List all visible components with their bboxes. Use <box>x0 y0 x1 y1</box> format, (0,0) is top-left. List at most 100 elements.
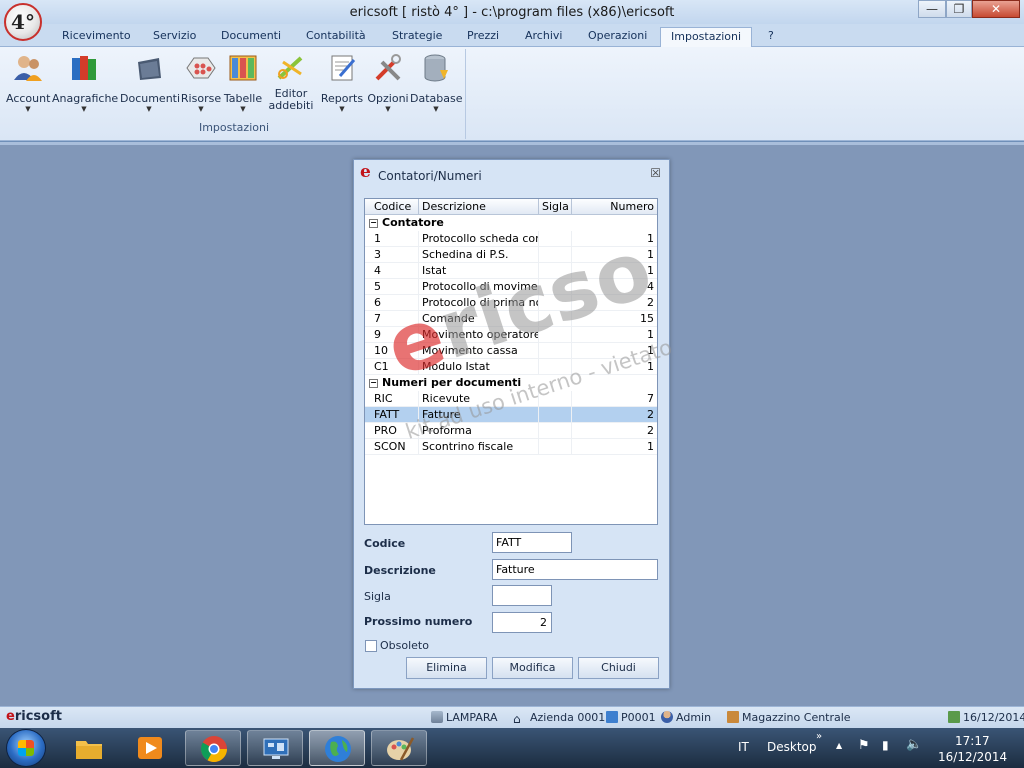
volume-icon[interactable]: 🔈 <box>906 737 922 752</box>
sigla-field[interactable] <box>492 585 552 606</box>
folder-icon <box>138 58 161 80</box>
risorse-button[interactable]: Risorse ▼ <box>180 52 222 113</box>
taskbar-remote-desktop[interactable] <box>247 730 303 766</box>
table-row[interactable]: FATT Fatture 2 <box>365 407 657 423</box>
chevron-down-icon: ▼ <box>146 105 152 113</box>
chevron-down-icon: ▼ <box>433 105 439 113</box>
tab-servizio[interactable]: Servizio <box>151 27 198 47</box>
cell-descrizione: Schedina di P.S. <box>419 247 539 263</box>
cell-descrizione: Fatture <box>419 407 539 423</box>
descrizione-field[interactable] <box>492 559 658 580</box>
status-postazione[interactable]: P0001 <box>606 711 656 724</box>
app-menu-button[interactable]: 4° <box>4 3 42 41</box>
taskbar-explorer[interactable] <box>61 730 117 766</box>
dialog-title-bar[interactable]: e Contatori/Numeri ☒ <box>354 160 669 188</box>
cell-numero: 1 <box>572 231 657 247</box>
table-row[interactable]: 7 Comande 15 <box>365 311 657 327</box>
obsoleto-checkbox[interactable] <box>365 640 377 652</box>
action-center-icon[interactable]: ⚑ <box>858 738 870 753</box>
cell-numero: 2 <box>572 295 657 311</box>
table-row[interactable]: RIC Ricevute 7 <box>365 391 657 407</box>
minimize-icon: — <box>926 2 938 16</box>
table-row[interactable]: 10 Movimento cassa 1 <box>365 343 657 359</box>
close-icon[interactable]: ☒ <box>650 166 661 180</box>
status-user[interactable]: Admin <box>661 711 711 724</box>
taskbar-globe[interactable] <box>309 730 365 766</box>
maximize-button[interactable]: ❐ <box>946 0 972 18</box>
group-header[interactable]: − Contatore <box>365 215 657 231</box>
column-header-numero[interactable]: Numero <box>572 199 657 215</box>
table-row[interactable]: SCON Scontrino fiscale 1 <box>365 439 657 455</box>
chiudi-button[interactable]: Chiudi <box>578 657 659 679</box>
codice-label: Codice <box>364 537 406 550</box>
group-label: Contatore <box>382 216 444 229</box>
reports-button[interactable]: Reports ▼ <box>320 52 364 113</box>
chevron-double-right-icon[interactable]: » <box>816 731 822 742</box>
editor-addebiti-button[interactable]: Editor addebiti <box>264 52 318 112</box>
language-indicator[interactable]: IT <box>738 740 749 754</box>
dialog-title: Contatori/Numeri <box>378 169 482 183</box>
tab-help[interactable]: ? <box>766 27 776 47</box>
clock-time[interactable]: 17:17 <box>955 734 990 748</box>
elimina-button[interactable]: Elimina <box>406 657 487 679</box>
taskbar-media-player[interactable] <box>122 730 178 766</box>
cell-numero: 7 <box>572 391 657 407</box>
tab-strategie[interactable]: Strategie <box>390 27 444 47</box>
opzioni-button[interactable]: Opzioni ▼ <box>366 52 410 113</box>
database-button[interactable]: Database ▼ <box>410 52 463 113</box>
group-header[interactable]: − Numeri per documenti <box>365 375 657 391</box>
brand-rest: ricsoft <box>14 709 62 724</box>
tab-impostazioni[interactable]: Impostazioni <box>660 27 753 48</box>
account-button[interactable]: Account ▼ <box>6 52 50 113</box>
taskbar-paint[interactable] <box>371 730 427 766</box>
documenti-button[interactable]: Documenti ▼ <box>120 52 180 113</box>
table-row[interactable]: PRO Proforma 2 <box>365 423 657 439</box>
cell-numero: 1 <box>572 327 657 343</box>
tabelle-button[interactable]: Tabelle ▼ <box>222 52 264 113</box>
table-row[interactable]: 6Protocollo di prima nota 2 <box>365 295 657 311</box>
tab-prezzi[interactable]: Prezzi <box>465 27 501 47</box>
show-hidden-icons-icon[interactable]: ▲ <box>836 741 842 750</box>
column-header-codice[interactable]: Codice <box>371 199 419 215</box>
folder-icon <box>76 741 102 759</box>
status-azienda[interactable]: ⌂ Azienda 0001 <box>513 711 605 726</box>
modifica-button[interactable]: Modifica <box>492 657 573 679</box>
collapse-icon[interactable]: − <box>369 378 378 388</box>
minimize-button[interactable]: — <box>918 0 946 18</box>
prossimo-numero-stepper[interactable] <box>492 612 552 633</box>
table-row[interactable]: 1Protocollo scheda conto1 <box>365 231 657 247</box>
table-row[interactable]: 9 Movimento operatore 1 <box>365 327 657 343</box>
table-row[interactable]: 5Protocollo di movimento 4 <box>365 279 657 295</box>
status-magazzino[interactable]: Magazzino Centrale <box>727 711 851 724</box>
status-brand: ericsoft <box>6 709 62 724</box>
close-window-button[interactable]: ✕ <box>972 0 1020 18</box>
cell-descrizione: Comande <box>419 311 539 327</box>
cell-sigla <box>539 391 572 407</box>
tab-documenti[interactable]: Documenti <box>219 27 283 47</box>
table-row[interactable]: 3 Schedina di P.S. 1 <box>365 247 657 263</box>
desktop-toolbar[interactable]: Desktop <box>767 740 817 754</box>
tab-contabilita[interactable]: Contabilità <box>304 27 368 47</box>
chevron-down-icon: ▼ <box>25 105 31 113</box>
database-label: Database <box>410 92 463 105</box>
codice-field[interactable] <box>492 532 572 553</box>
anagrafiche-button[interactable]: Anagrafiche ▼ <box>52 52 118 113</box>
status-database[interactable]: LAMPARA <box>431 711 498 724</box>
column-header-sigla[interactable]: Sigla <box>539 199 572 215</box>
network-icon[interactable]: ▮ <box>882 738 889 752</box>
tab-archivi[interactable]: Archivi <box>523 27 564 47</box>
table-row[interactable]: C1 Modulo Istat 1 <box>365 359 657 375</box>
cell-codice: FATT <box>371 407 419 423</box>
taskbar-chrome[interactable] <box>185 730 241 766</box>
table-row[interactable]: 4 Istat 1 <box>365 263 657 279</box>
tab-ricevimento[interactable]: Ricevimento <box>60 27 133 47</box>
tab-operazioni[interactable]: Operazioni <box>586 27 649 47</box>
column-header-descrizione[interactable]: Descrizione <box>419 199 539 215</box>
clock-date[interactable]: 16/12/2014 <box>938 750 1007 764</box>
media-player-icon <box>138 737 162 759</box>
cell-codice: RIC <box>371 391 419 407</box>
start-button[interactable] <box>6 729 46 767</box>
contatori-grid[interactable]: Codice Descrizione Sigla Numero − Contato… <box>364 198 658 525</box>
collapse-icon[interactable]: − <box>369 218 378 228</box>
status-date[interactable]: 16/12/2014 <box>948 711 1024 724</box>
